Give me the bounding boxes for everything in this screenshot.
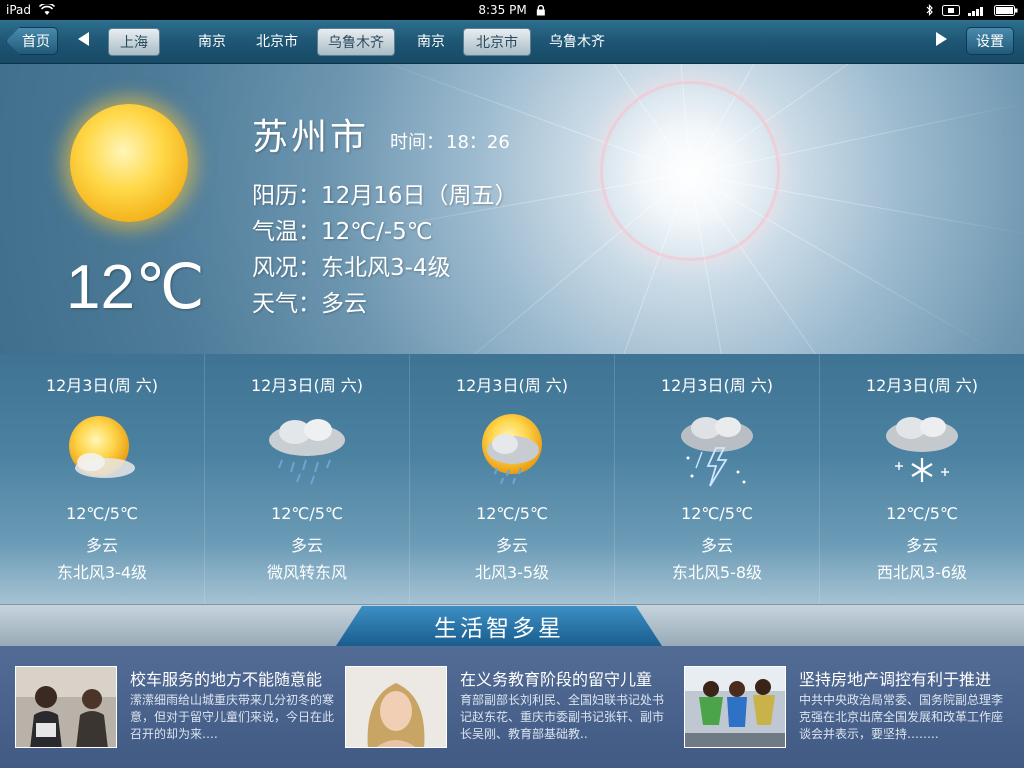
date-line: 阳历：12月16日（周五） xyxy=(252,183,518,209)
forecast-date: 12月3日(周 六) xyxy=(865,376,979,395)
city-title: 苏州市 xyxy=(252,117,370,158)
forecast-day[interactable]: 12月3日(周 六) 12℃/5℃ 多云 微风转东风 xyxy=(205,354,410,606)
forecast-date: 12月3日(周 六) xyxy=(45,376,159,395)
city-tab-urumqi-2[interactable]: 乌鲁木齐 xyxy=(538,28,616,56)
forecast-strip: 12月3日(周 六) 12℃/5℃ 多云 东北风3-4级 12月3日(周 六) … xyxy=(0,354,1024,606)
news-item[interactable]: 校车服务的地方不能随意能 潆潆细雨给山城重庆带来几分初冬的寒意，但对于留守儿童们… xyxy=(15,666,345,748)
home-button[interactable]: 首页 xyxy=(6,27,58,55)
news-title[interactable]: 在义务教育阶段的留守儿童 xyxy=(460,666,652,690)
wind-line: 风况：东北风3-4级 xyxy=(252,255,451,281)
city-tab-beijing[interactable]: 北京市 xyxy=(246,28,308,56)
forecast-day[interactable]: 12月3日(周 六) 12℃/5℃ 多云 北风3-5级 xyxy=(410,354,615,606)
forecast-day[interactable]: 12月3日(周 六) 12℃/5℃ 多云 东北风3-4级 xyxy=(0,354,205,606)
forecast-date: 12月3日(周 六) xyxy=(250,376,364,395)
time-label: 时间： xyxy=(390,132,444,153)
signal-icon xyxy=(968,6,983,16)
arrow-left-icon[interactable] xyxy=(78,32,89,46)
city-nav-bar: 首页 上海 南京 北京市 乌鲁木齐 南京 北京市 乌鲁木齐 设置 xyxy=(0,20,1024,64)
news-photo-crowd[interactable] xyxy=(15,666,117,748)
news-photo-performers[interactable] xyxy=(684,666,786,748)
sun-icon xyxy=(70,104,188,222)
status-bar: iPad 8:35 PM xyxy=(0,0,1024,20)
weather-app: iPad 8:35 PM 首页 上海 南京 北京市 乌鲁木齐 南京 北京市 乌鲁… xyxy=(0,0,1024,768)
settings-button[interactable]: 设置 xyxy=(966,27,1014,55)
sun-cloud-rain-icon xyxy=(482,414,542,485)
city-tab-urumqi[interactable]: 乌鲁木齐 xyxy=(317,28,395,56)
forecast-day[interactable]: 12月3日(周 六) 12℃/5℃ 多云 西北风3-6级 xyxy=(820,354,1024,606)
wifi-icon xyxy=(39,4,56,15)
city-tab-nanjing[interactable]: 南京 xyxy=(188,28,236,56)
forecast-condition: 多云 xyxy=(85,536,118,555)
temperature-line: 气温：12℃/-5℃ xyxy=(252,219,433,245)
news-list: 校车服务的地方不能随意能 潆潆细雨给山城重庆带来几分初冬的寒意，但对于留守儿童们… xyxy=(0,646,1024,768)
forecast-temp: 12℃/5℃ xyxy=(271,504,343,523)
forecast-temp: 12℃/5℃ xyxy=(476,504,548,523)
news-item[interactable]: 在义务教育阶段的留守儿童 育部副部长刘利民、全国妇联书记处书记赵东花、重庆市委副… xyxy=(345,666,685,748)
forecast-condition: 多云 xyxy=(495,536,528,555)
current-temperature: 12℃ xyxy=(66,253,205,322)
news-title[interactable]: 校车服务的地方不能随意能 xyxy=(130,666,322,690)
thunderstorm-icon xyxy=(681,417,753,487)
forecast-wind: 微风转东风 xyxy=(266,563,347,582)
news-summary: 育部副部长刘利民、全国妇联书记处书记赵东花、重庆市委副书记张轩、副市长吴刚、教育… xyxy=(460,693,665,741)
forecast-wind: 东北风3-4级 xyxy=(56,563,148,582)
forecast-wind: 东北风5-8级 xyxy=(671,563,763,582)
sun-halo xyxy=(600,81,780,261)
news-summary: 中共中央政治局常委、国务院副总理李克强在北京出席全国发展和改革工作座谈会并表示，… xyxy=(799,693,1004,741)
life-section-title: 生活智多星 xyxy=(336,606,662,646)
rain-icon xyxy=(269,419,345,485)
forecast-date: 12月3日(周 六) xyxy=(660,376,774,395)
arrow-right-icon[interactable] xyxy=(936,32,947,46)
current-weather-panel: 12℃ 苏州市 时间： 18：26 阳历：12月16日（周五） 气温：12℃/-… xyxy=(0,64,1024,354)
weather-line: 天气：多云 xyxy=(252,291,367,317)
city-tab-beijing-2[interactable]: 北京市 xyxy=(463,28,531,56)
forecast-wind: 北风3-5级 xyxy=(474,563,550,582)
news-title[interactable]: 坚持房地产调控有利于推进 xyxy=(799,666,991,690)
news-item[interactable]: 坚持房地产调控有利于推进 中共中央政治局常委、国务院副总理李克强在北京出席全国发… xyxy=(684,666,1014,748)
battery-icon xyxy=(994,4,1018,16)
time-value: 18：26 xyxy=(446,132,510,153)
device-label: iPad xyxy=(6,3,32,17)
forecast-condition: 多云 xyxy=(905,536,938,555)
lock-icon xyxy=(537,4,546,15)
forecast-condition: 多云 xyxy=(290,536,323,555)
forecast-temp: 12℃/5℃ xyxy=(66,504,138,523)
forecast-condition: 多云 xyxy=(700,536,733,555)
forecast-wind: 西北风3-6级 xyxy=(876,563,968,582)
forecast-date: 12月3日(周 六) xyxy=(455,376,569,395)
news-photo-portrait[interactable] xyxy=(345,666,447,748)
update-time: 时间： 18：26 xyxy=(390,128,510,154)
forecast-temp: 12℃/5℃ xyxy=(681,504,753,523)
city-tab-shanghai[interactable]: 上海 xyxy=(108,28,160,56)
orientation-lock-icon xyxy=(942,4,960,16)
bluetooth-icon xyxy=(926,4,933,16)
news-summary: 潆潆细雨给山城重庆带来几分初冬的寒意，但对于留守儿童们来说，今日在此召开的却为来… xyxy=(130,693,335,741)
status-time: 8:35 PM xyxy=(478,3,527,17)
forecast-temp: 12℃/5℃ xyxy=(886,504,958,523)
forecast-day[interactable]: 12月3日(周 六) 12℃/5℃ 多云 东北风5-8级 xyxy=(615,354,820,606)
snow-icon xyxy=(886,417,958,482)
partly-cloudy-icon xyxy=(69,416,135,478)
city-tab-nanjing-2[interactable]: 南京 xyxy=(407,28,455,56)
